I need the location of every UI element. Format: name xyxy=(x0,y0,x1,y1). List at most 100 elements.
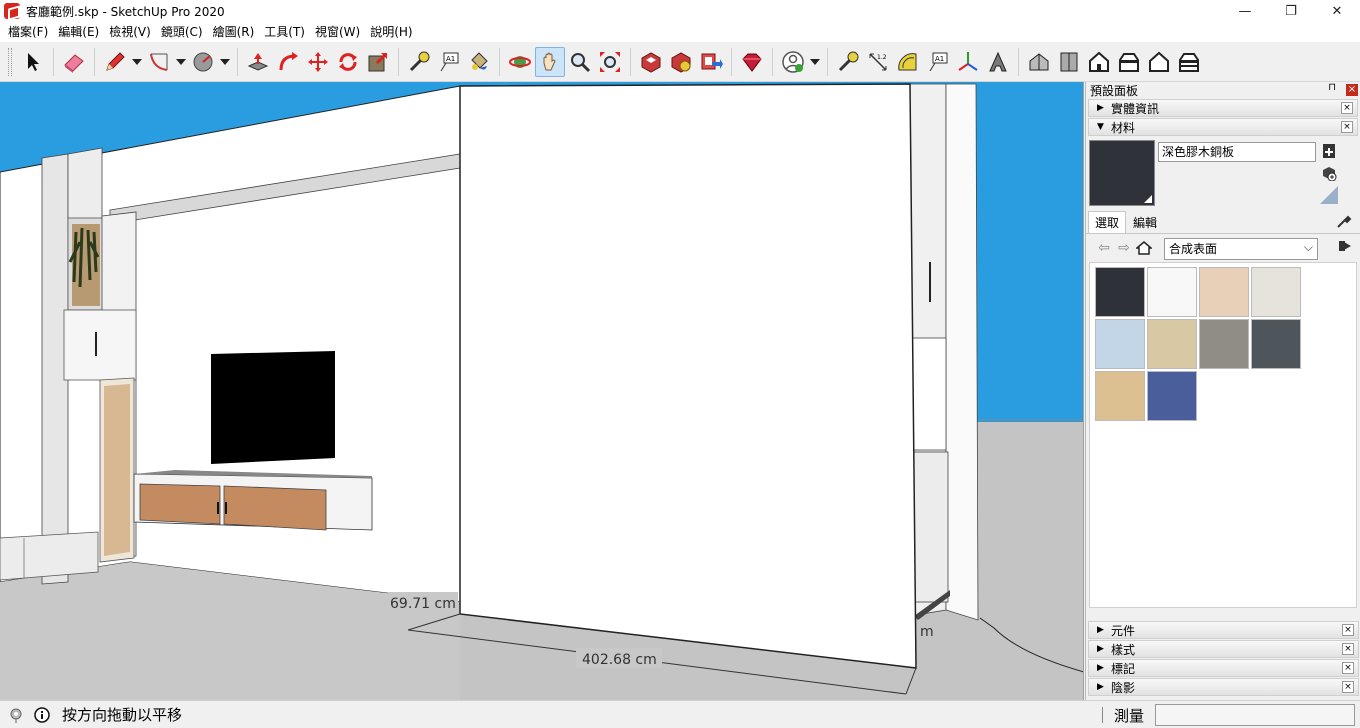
text-tool-button[interactable]: A1 xyxy=(434,47,464,77)
shadows-tray[interactable]: ▶ 陰影 × xyxy=(1088,678,1359,696)
dimension-label-edge[interactable]: m xyxy=(920,624,934,640)
select-tool-button[interactable] xyxy=(18,47,48,77)
close-button[interactable]: ✕ xyxy=(1314,0,1360,22)
forward-arrow-icon[interactable]: ⇨ xyxy=(1114,238,1134,258)
material-swatch[interactable] xyxy=(1147,371,1197,421)
zoom-tool-button[interactable] xyxy=(565,47,595,77)
line-tool-button[interactable] xyxy=(100,47,130,77)
entity-info-tray[interactable]: ▶ 實體資訊 × xyxy=(1088,99,1358,117)
menu-edit[interactable]: 編輯(E) xyxy=(54,22,103,42)
materials-close-button[interactable]: × xyxy=(1341,121,1353,133)
pan-tool-button[interactable] xyxy=(535,46,565,77)
material-swatch[interactable] xyxy=(1095,319,1145,369)
materials-tray[interactable]: ▼ 材料 × xyxy=(1088,118,1358,136)
components-close-button[interactable]: × xyxy=(1342,624,1354,636)
entity-info-close-button[interactable]: × xyxy=(1341,102,1353,114)
styles-close-button[interactable]: × xyxy=(1342,643,1354,655)
material-swatch[interactable] xyxy=(1199,267,1249,317)
material-swatch[interactable] xyxy=(1147,319,1197,369)
create-material-icon[interactable] xyxy=(1320,164,1338,182)
shape-tool-button[interactable] xyxy=(188,47,218,77)
material-swatch[interactable] xyxy=(1095,267,1145,317)
extension-warehouse-button[interactable] xyxy=(666,47,696,77)
tape-measure-tool-button[interactable] xyxy=(404,47,434,77)
shape-tool-dropdown[interactable] xyxy=(218,47,232,77)
tags-close-button[interactable]: × xyxy=(1342,662,1354,674)
measurements-input[interactable] xyxy=(1155,704,1355,726)
pin-icon[interactable]: ⊓ xyxy=(1328,82,1336,93)
axes-snap-button[interactable]: 1.2 xyxy=(863,47,893,77)
material-swatch[interactable] xyxy=(1251,267,1301,317)
tab-select[interactable]: 選取 xyxy=(1088,211,1127,233)
menu-file[interactable]: 檔案(F) xyxy=(4,22,52,42)
dimension-tool-button[interactable] xyxy=(833,47,863,77)
tray-close-button[interactable]: × xyxy=(1346,84,1358,96)
tags-tray[interactable]: ▶ 標記 × xyxy=(1088,659,1359,677)
line-tool-dropdown[interactable] xyxy=(130,47,144,77)
display-secondary-icon[interactable] xyxy=(1320,142,1338,160)
send-to-layout-icon xyxy=(701,53,723,69)
scale-tool-button[interactable] xyxy=(363,47,393,77)
dimension-label-small[interactable]: 69.71 cm xyxy=(390,596,456,612)
top-view-button[interactable] xyxy=(1054,47,1084,77)
details-arrow-icon[interactable] xyxy=(1338,239,1352,256)
account-button[interactable] xyxy=(778,47,808,77)
material-swatch[interactable] xyxy=(1251,319,1301,369)
extension-manager-button[interactable] xyxy=(737,47,767,77)
follow-me-tool-button[interactable] xyxy=(273,47,303,77)
maximize-button[interactable]: ❐ xyxy=(1268,0,1314,22)
text-label-tool-button[interactable]: A1 xyxy=(923,47,953,77)
orbit-tool-button[interactable] xyxy=(505,47,535,77)
material-header: 深色膠木銅板 xyxy=(1086,136,1360,210)
tab-edit[interactable]: 編輯 xyxy=(1126,211,1164,233)
menu-view[interactable]: 檢視(V) xyxy=(105,22,155,42)
material-swatch[interactable] xyxy=(1095,371,1145,421)
pencil-icon xyxy=(106,51,125,71)
dimension-label-main[interactable]: 402.68 cm xyxy=(582,652,657,668)
rotate-tool-button[interactable] xyxy=(333,47,363,77)
zoom-extents-tool-button[interactable] xyxy=(595,47,625,77)
shadows-close-button[interactable]: × xyxy=(1342,681,1354,693)
protractor-tool-button[interactable] xyxy=(893,47,923,77)
left-view-button[interactable] xyxy=(1174,47,1204,77)
back-arrow-icon[interactable]: ⇦ xyxy=(1094,238,1114,258)
components-tray[interactable]: ▶ 元件 × xyxy=(1088,621,1359,639)
axes-tool-button[interactable] xyxy=(953,47,983,77)
minimize-button[interactable]: — xyxy=(1222,0,1268,22)
menu-tools[interactable]: 工具(T) xyxy=(260,22,309,42)
layout-send-button[interactable] xyxy=(696,47,726,77)
eyedropper-icon[interactable] xyxy=(1336,213,1352,232)
styles-label: 樣式 xyxy=(1111,642,1136,657)
toolbar-grip[interactable] xyxy=(8,47,12,76)
menu-camera[interactable]: 鏡頭(C) xyxy=(157,22,207,42)
3d-text-tool-button[interactable] xyxy=(983,47,1013,77)
paint-bucket-tool-button[interactable] xyxy=(464,47,494,77)
arc-tool-button[interactable] xyxy=(144,47,174,77)
material-swatch[interactable] xyxy=(1199,319,1249,369)
arc-tool-dropdown[interactable] xyxy=(174,47,188,77)
menu-window[interactable]: 視窗(W) xyxy=(311,22,364,42)
library-select[interactable]: 合成表面 xyxy=(1164,237,1318,260)
3d-warehouse-button[interactable] xyxy=(636,47,666,77)
toolbar-separator xyxy=(237,47,238,76)
current-material-swatch[interactable] xyxy=(1089,140,1155,206)
model-viewport[interactable]: 69.71 cm 402.68 cm m xyxy=(0,82,1084,700)
menu-draw[interactable]: 繪圖(R) xyxy=(209,22,259,42)
home-icon[interactable] xyxy=(1134,238,1154,258)
menu-help[interactable]: 說明(H) xyxy=(366,22,416,42)
material-name-input[interactable]: 深色膠木銅板 xyxy=(1158,142,1316,162)
styles-tray[interactable]: ▶ 樣式 × xyxy=(1088,640,1359,658)
pan-hand-icon xyxy=(543,52,556,70)
eraser-tool-button[interactable] xyxy=(59,47,89,77)
account-dropdown[interactable] xyxy=(808,47,822,77)
right-view-button[interactable] xyxy=(1114,47,1144,77)
default-material-icon[interactable] xyxy=(1320,186,1338,204)
move-tool-button[interactable] xyxy=(303,47,333,77)
info-icon[interactable] xyxy=(32,705,52,725)
push-pull-tool-button[interactable] xyxy=(243,47,273,77)
geo-location-icon[interactable] xyxy=(6,705,26,725)
iso-view-button[interactable] xyxy=(1024,47,1054,77)
back-view-button[interactable] xyxy=(1144,47,1174,77)
material-swatch[interactable] xyxy=(1147,267,1197,317)
front-view-button[interactable] xyxy=(1084,47,1114,77)
